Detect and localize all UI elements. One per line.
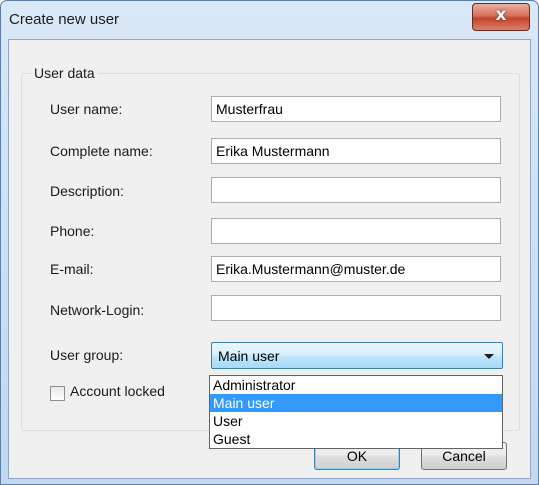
window-title: Create new user bbox=[9, 11, 120, 28]
chevron-down-icon[interactable] bbox=[484, 354, 494, 359]
phone-label: Phone: bbox=[50, 223, 95, 239]
network-login-field[interactable] bbox=[211, 295, 501, 321]
groupbox-title: User data bbox=[31, 65, 98, 81]
user-group-label: User group: bbox=[50, 347, 124, 363]
description-field[interactable] bbox=[211, 177, 501, 203]
account-locked-label[interactable]: Account locked bbox=[70, 383, 165, 399]
phone-field[interactable] bbox=[211, 218, 501, 244]
network-login-label: Network-Login: bbox=[50, 302, 145, 318]
dropdown-option-guest[interactable]: Guest bbox=[210, 430, 502, 448]
description-label: Description: bbox=[50, 183, 124, 199]
user-name-field[interactable]: Musterfrau bbox=[211, 96, 501, 122]
close-icon: x bbox=[495, 5, 507, 25]
user-name-label: User name: bbox=[50, 101, 123, 117]
dropdown-option-user[interactable]: User bbox=[210, 412, 502, 430]
title-bar[interactable]: Create new user x bbox=[1, 1, 538, 39]
user-group-selected-value: Main user bbox=[218, 348, 280, 364]
complete-name-label: Complete name: bbox=[50, 143, 153, 159]
dropdown-option-administrator[interactable]: Administrator bbox=[210, 376, 502, 394]
close-button[interactable]: x bbox=[472, 3, 530, 31]
email-field[interactable]: Erika.Mustermann@muster.de bbox=[211, 256, 501, 282]
complete-name-field[interactable]: Erika Mustermann bbox=[211, 138, 501, 164]
user-group-dropdown-list: Administrator Main user User Guest bbox=[209, 375, 503, 449]
dropdown-option-main-user[interactable]: Main user bbox=[210, 394, 502, 412]
account-locked-checkbox[interactable] bbox=[50, 386, 65, 401]
email-label: E-mail: bbox=[50, 261, 94, 277]
user-group-select[interactable]: Main user bbox=[211, 342, 503, 369]
